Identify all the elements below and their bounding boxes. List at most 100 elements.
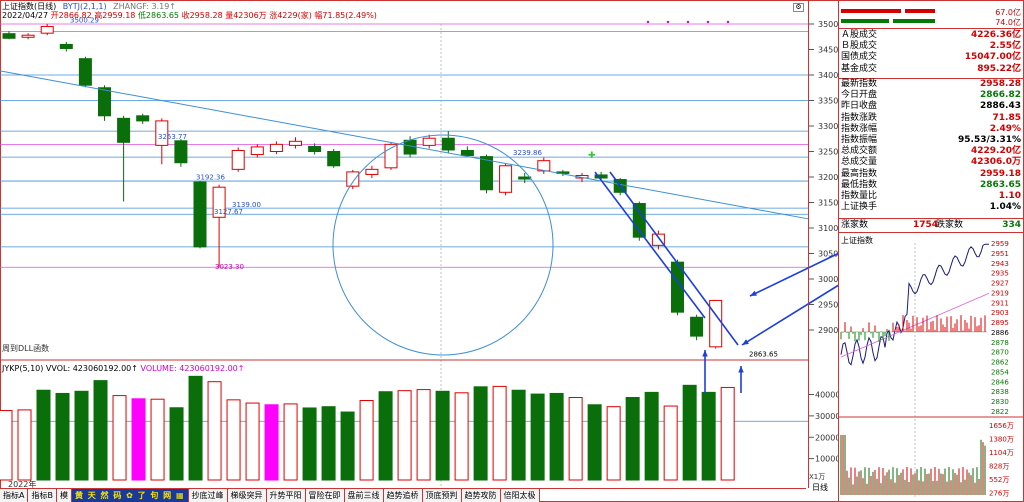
intraday-chart[interactable]: 2959 2951 2943 2935 29272919 2911 2903 2895 2886… bbox=[839, 233, 1024, 499]
volume-bar bbox=[587, 404, 602, 481]
kline-chart[interactable]: 3500 3450 3400 3350 3300 3250 3200 3150 3100 3050… bbox=[0, 0, 838, 488]
stat-row: 指数振幅 95.53/3.31% bbox=[841, 135, 1023, 146]
stat-value: 2.49% bbox=[989, 123, 1021, 134]
mini-axis-label: 2830 bbox=[991, 398, 1009, 406]
stat-label: 最高指数 bbox=[841, 168, 878, 179]
mini-axis-label: 2886 bbox=[991, 329, 1009, 337]
volume-bar bbox=[17, 409, 32, 481]
stat-label: 国债成交 bbox=[841, 52, 878, 63]
volume-bar bbox=[0, 410, 13, 481]
candle-body bbox=[441, 137, 455, 151]
stat-row: 最低指数 2863.65 bbox=[841, 180, 1023, 191]
volume-bar bbox=[454, 392, 469, 481]
candle-body bbox=[269, 143, 283, 153]
price-annotation: 3192.36 bbox=[196, 174, 225, 182]
stat-label: 总成交量 bbox=[841, 157, 878, 168]
stat-value: 2866.82 bbox=[980, 90, 1021, 101]
price-annotation: 3239.86 bbox=[513, 149, 542, 157]
indicator-tab[interactable]: 冒险在即 bbox=[305, 489, 345, 502]
divider bbox=[839, 28, 1024, 29]
indicator-tab[interactable]: 抄底过峰 bbox=[188, 489, 228, 502]
mini-axis-label: 2919 bbox=[991, 289, 1009, 297]
stat-row: 总成交量 42306.0万 bbox=[841, 157, 1023, 168]
price-tick-label: 2950 bbox=[818, 301, 838, 310]
candle-body bbox=[460, 149, 474, 157]
indicator-tab[interactable]: 顶底预判 bbox=[422, 489, 462, 502]
indicator-tab[interactable]: 指标B bbox=[28, 489, 57, 502]
mini-axis-label: 2862 bbox=[991, 359, 1009, 367]
indicator-tab[interactable]: 升势平阳 bbox=[266, 489, 306, 502]
stat-label: 基金成交 bbox=[841, 63, 878, 74]
stat-value: 1.10 bbox=[998, 191, 1021, 201]
candle-body bbox=[327, 151, 341, 167]
indicator-tabs: 指标A 指标B 模黄 天 然 码 ✿ 了 句 网 ▦ 抄底过峰 梯级突异 升势平阳 冒险在即… bbox=[0, 488, 806, 502]
right-panel: 67.0亿 74.0亿 Ａ股成交 4226.36亿 Ｂ股成交 2.55亿 国债成交 150… bbox=[838, 0, 1024, 502]
mini-axis-label: 2903 bbox=[991, 309, 1009, 317]
volume-tick-label: 10000 bbox=[815, 455, 838, 464]
sell-bar-2 bbox=[893, 19, 935, 23]
mini-vol-label: 1380万 bbox=[989, 436, 1014, 444]
signal-dot bbox=[646, 20, 650, 24]
settings-icon[interactable]: ⚙ bbox=[793, 3, 804, 12]
volume-arrow-head bbox=[702, 350, 708, 357]
circle-drawing bbox=[332, 134, 554, 356]
price-tick-label: 3500 bbox=[818, 20, 838, 29]
stat-row: 上证换手 1.04% bbox=[841, 202, 1023, 213]
volume-bar bbox=[131, 398, 146, 481]
price-tick-label: 3250 bbox=[818, 148, 838, 157]
stat-row: 指数涨幅 2.49% bbox=[841, 124, 1023, 135]
candle-body bbox=[174, 140, 188, 164]
volume-bar bbox=[682, 384, 697, 481]
candle-body bbox=[632, 203, 646, 238]
mini-vol-label: 1656万 bbox=[989, 422, 1014, 430]
volume-bar bbox=[511, 389, 526, 481]
mini-axis-label: 2927 bbox=[991, 280, 1009, 288]
fall-value: 334 bbox=[1002, 220, 1021, 230]
mini-axis-label: 2943 bbox=[991, 260, 1009, 268]
volume-bar bbox=[340, 411, 355, 481]
mini-axis-label: 2935 bbox=[991, 270, 1009, 278]
indicator-tab[interactable]: 趋势攻防 bbox=[461, 489, 501, 502]
stat-row: 指数量比 1.10 bbox=[841, 191, 1023, 202]
up-arrow-icon: ✚ bbox=[588, 151, 596, 161]
indicator-tab[interactable]: 模 bbox=[56, 489, 72, 502]
signal-dot bbox=[686, 20, 690, 24]
volume-bar bbox=[530, 393, 545, 481]
stat-value: 2959.18 bbox=[980, 168, 1021, 179]
candle-body bbox=[78, 58, 92, 86]
stat-row: 国债成交 15047.00亿 bbox=[841, 52, 1023, 63]
signal-dot bbox=[726, 20, 730, 24]
indicator-tab[interactable]: 趋势追桥 bbox=[383, 489, 423, 502]
stat-value: 4226.36亿 bbox=[971, 30, 1021, 40]
price-annotation: 3253.77 bbox=[158, 133, 187, 141]
volume-bar bbox=[93, 380, 108, 481]
stat-row: 基金成交 895.22亿 bbox=[841, 64, 1023, 75]
indicator-tab[interactable]: 指标A bbox=[0, 489, 29, 502]
volume-bar bbox=[359, 399, 374, 481]
indicator-tab[interactable]: 黄 天 然 码 ✿ 了 句 网 ▦ bbox=[71, 489, 189, 502]
volume-bar bbox=[397, 390, 412, 481]
mini-axis-label: 2959 bbox=[991, 240, 1009, 248]
price-annotation: 3127.67 bbox=[214, 208, 243, 216]
candle-body bbox=[422, 137, 436, 146]
indicator-tab[interactable]: 梯级突异 bbox=[227, 489, 267, 502]
volume-bar bbox=[644, 391, 659, 481]
indicator-tab[interactable]: 倍阳太极 bbox=[500, 489, 540, 502]
volume-bar bbox=[112, 395, 127, 481]
stat-row: Ａ股成交 4226.36亿 bbox=[841, 30, 1023, 41]
volume-bar bbox=[207, 381, 222, 481]
volume-bar bbox=[283, 403, 298, 481]
volume-bar bbox=[701, 391, 716, 481]
stat-row: 今日开盘 2866.82 bbox=[841, 90, 1023, 101]
price-tick-label: 2900 bbox=[818, 326, 838, 335]
price-tick-label: 3300 bbox=[818, 122, 838, 131]
stat-label: 指数涨幅 bbox=[841, 123, 878, 134]
indicator-tab[interactable]: 盘前三线 bbox=[344, 489, 384, 502]
volume-bar bbox=[264, 404, 279, 481]
stat-label: 指数振幅 bbox=[841, 135, 878, 145]
volume-indicator-label[interactable]: JYKP(5,10) bbox=[2, 364, 43, 373]
period-label[interactable]: 日线 bbox=[812, 482, 828, 493]
volume-bar bbox=[55, 392, 70, 481]
mini-axis-label: 2854 bbox=[991, 368, 1009, 376]
volume-bar bbox=[245, 402, 260, 481]
